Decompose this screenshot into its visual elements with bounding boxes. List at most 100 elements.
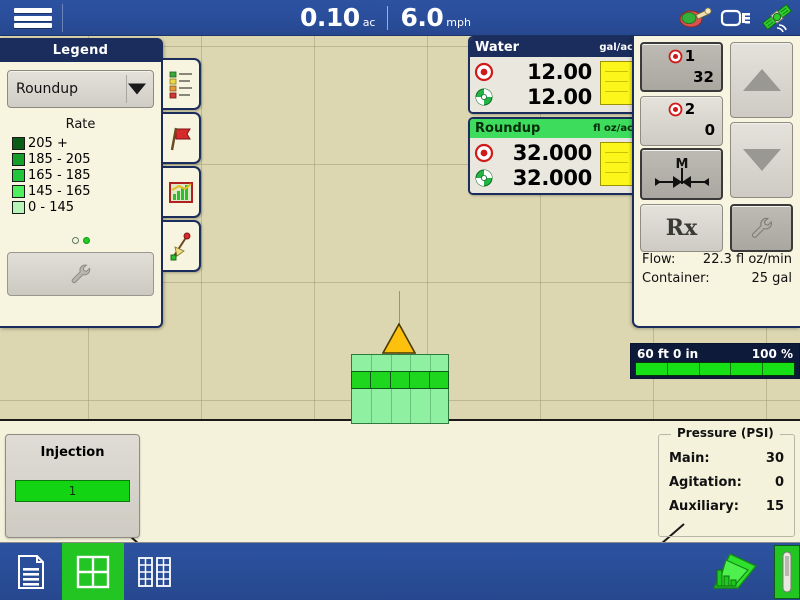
tool-tab-coverage-chart[interactable] bbox=[163, 166, 201, 218]
container-label: Container: bbox=[642, 271, 710, 286]
injection-bar-label: 1 bbox=[68, 484, 77, 498]
implement-width-bar: 60 ft 0 in 100 % bbox=[630, 343, 800, 379]
speed-value: 6.0 bbox=[400, 3, 444, 32]
tool-tab-flag-marker[interactable] bbox=[163, 112, 201, 164]
area-unit: ac bbox=[362, 16, 376, 29]
legend-item: 205 + bbox=[12, 136, 161, 151]
legend-swatch bbox=[12, 185, 25, 198]
gps-satellite-icon[interactable] bbox=[760, 3, 794, 33]
dropdown-separator bbox=[126, 75, 127, 103]
page-dot-1[interactable] bbox=[71, 237, 79, 244]
coverage-map-icon bbox=[712, 553, 758, 589]
product-panel-roundup[interactable]: Roundup fl oz/ac 32.000 32.000 bbox=[468, 117, 640, 195]
target-rate-icon bbox=[668, 49, 683, 63]
rate-decrease-button[interactable] bbox=[730, 122, 793, 198]
product-name: Water bbox=[475, 40, 520, 55]
taskbar-data-table-button[interactable] bbox=[124, 543, 186, 600]
app-root: 0.10 ac 6.0 mph Legend Roundup Rate 205 … bbox=[0, 0, 800, 600]
container-stat-row: Container: 25 gal bbox=[642, 271, 792, 286]
speed-unit: mph bbox=[446, 16, 471, 29]
flow-label: Flow: bbox=[642, 252, 676, 267]
rate-increase-button[interactable] bbox=[730, 42, 793, 118]
section-status-bar[interactable] bbox=[635, 362, 795, 376]
triangle-down-icon bbox=[742, 149, 781, 171]
sprayer-nozzle-icon[interactable] bbox=[678, 3, 712, 33]
section-segment[interactable] bbox=[667, 363, 700, 375]
map-tool-tabs bbox=[163, 58, 201, 274]
wrench-icon bbox=[71, 264, 90, 284]
legend-product-dropdown[interactable]: Roundup bbox=[7, 70, 154, 108]
legend-rate-label: Rate bbox=[65, 117, 96, 132]
product-rate-panels: Water gal/ac 12.00 12.00 Roundup fl oz/a… bbox=[468, 36, 640, 198]
legend-item: 0 - 145 bbox=[12, 200, 161, 215]
manual-valve-button[interactable]: M bbox=[640, 148, 723, 200]
coverage-percent-label: 100 % bbox=[751, 346, 793, 361]
pressure-main-value: 30 bbox=[765, 451, 784, 466]
channel-2-header: 2 bbox=[641, 97, 722, 121]
pressure-row-main: Main: 30 bbox=[669, 451, 784, 466]
prescription-button[interactable]: Rx bbox=[640, 204, 723, 252]
boom-section bbox=[371, 372, 391, 388]
legend-selected-product: Roundup bbox=[16, 81, 79, 97]
pressure-auxiliary-value: 15 bbox=[765, 499, 784, 514]
manual-valve-icon: M bbox=[654, 157, 709, 188]
pressure-main-label: Main: bbox=[669, 451, 710, 466]
data-table-view-icon bbox=[138, 557, 171, 587]
legend-panel: Legend Roundup Rate 205 + 185 - 205 165 … bbox=[0, 38, 163, 328]
taskbar-document-button[interactable] bbox=[0, 543, 62, 600]
pressure-row-agitation: Agitation: 0 bbox=[669, 475, 784, 490]
wrench-icon bbox=[751, 217, 772, 238]
product-panel-water[interactable]: Water gal/ac 12.00 12.00 bbox=[468, 36, 640, 114]
channel-1-button[interactable]: 1 32 bbox=[640, 42, 723, 92]
section-segment[interactable] bbox=[731, 363, 764, 375]
legend-settings-button[interactable] bbox=[7, 252, 154, 296]
product-header: Water gal/ac bbox=[470, 38, 638, 57]
channel-1-label: 1 bbox=[684, 47, 696, 65]
product-unit: gal/ac bbox=[599, 42, 633, 53]
section-segment[interactable] bbox=[699, 363, 732, 375]
section-segment[interactable] bbox=[636, 363, 668, 375]
pressure-panel: Pressure (PSI) Main: 30 Agitation: 0 Aux… bbox=[658, 426, 795, 537]
legend-title: Legend bbox=[0, 40, 161, 62]
container-value: 25 gal bbox=[751, 271, 792, 286]
actual-rate-icon bbox=[475, 88, 493, 105]
control-panel-grid: 1 32 2 0 M Rx Flow: 22.3 fl oz/min Conta… bbox=[634, 36, 800, 286]
applied-coverage-swath bbox=[351, 354, 449, 424]
pressure-rows: Main: 30 Agitation: 0 Auxiliary: 15 bbox=[659, 435, 794, 514]
width-bar-labels: 60 ft 0 in 100 % bbox=[633, 345, 797, 362]
vehicle-triangle-icon bbox=[382, 323, 416, 354]
taskbar-scroll-handle[interactable] bbox=[774, 545, 800, 599]
taskbar-coverage-button[interactable] bbox=[702, 543, 766, 600]
legend-item-label: 185 - 205 bbox=[28, 152, 91, 167]
tool-tab-compass-pointer[interactable] bbox=[163, 220, 201, 272]
injection-title: Injection bbox=[40, 445, 105, 460]
channel-2-label: 2 bbox=[684, 100, 696, 118]
control-settings-button[interactable] bbox=[730, 204, 793, 252]
scroll-handle-icon bbox=[782, 551, 792, 593]
tool-tab-legend-ranges[interactable] bbox=[163, 58, 201, 110]
product-name: Roundup bbox=[475, 121, 541, 136]
product-unit: fl oz/ac bbox=[593, 123, 633, 134]
document-page-icon bbox=[18, 555, 44, 589]
channel-2-button[interactable]: 2 0 bbox=[640, 96, 723, 146]
target-rate-icon bbox=[474, 62, 494, 81]
legend-swatch bbox=[12, 169, 25, 182]
boom-section bbox=[410, 372, 430, 388]
boom-section bbox=[352, 372, 372, 388]
legend-page-dots[interactable] bbox=[0, 237, 161, 244]
page-dot-2[interactable] bbox=[82, 237, 90, 244]
section-segment[interactable] bbox=[763, 363, 794, 375]
channel-2-value: 0 bbox=[704, 121, 715, 139]
display-connection-icon[interactable] bbox=[719, 3, 753, 33]
chart-coverage-icon bbox=[169, 182, 193, 203]
flag-marker-icon bbox=[170, 127, 191, 151]
legend-swatch bbox=[12, 137, 25, 150]
product-body: 12.00 12.00 bbox=[470, 57, 638, 112]
product-header: Roundup fl oz/ac bbox=[470, 119, 638, 138]
boom-section bbox=[429, 372, 449, 388]
hamburger-menu-icon[interactable] bbox=[14, 6, 52, 30]
taskbar-map-view-button[interactable] bbox=[62, 543, 124, 600]
injection-panel[interactable]: Injection 1 bbox=[5, 434, 140, 538]
legend-item: 145 - 165 bbox=[12, 184, 161, 199]
legend-item: 185 - 205 bbox=[12, 152, 161, 167]
